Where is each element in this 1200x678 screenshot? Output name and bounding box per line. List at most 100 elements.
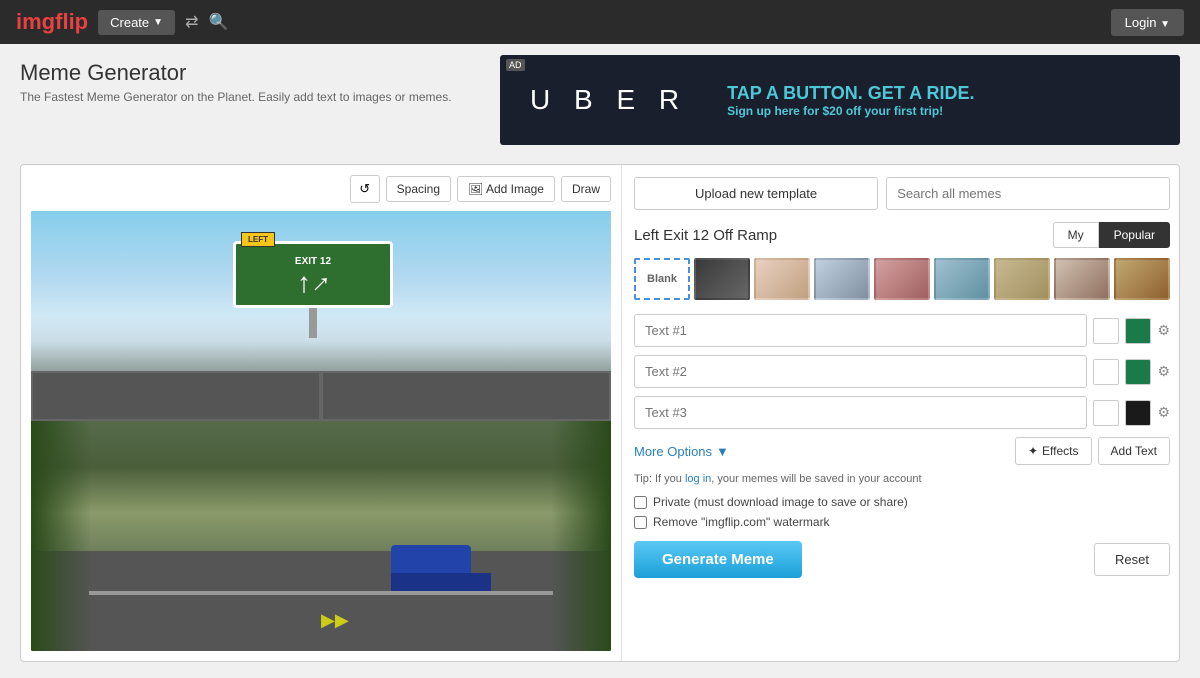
text1-settings-icon[interactable]: ⚙ [1157, 322, 1170, 339]
templates-row: Blank [634, 258, 1170, 300]
tip-text: Tip: If you [634, 473, 685, 485]
logo-flip: flip [55, 9, 88, 34]
template-title-row: Left Exit 12 Off Ramp My Popular [634, 222, 1170, 248]
image-icon: 🖼 [468, 182, 483, 196]
sign-box: LEFT EXIT 12 ↑ ↑ [233, 241, 393, 308]
right-foliage [551, 421, 611, 651]
right-panel: Upload new template Left Exit 12 Off Ram… [621, 165, 1182, 661]
chevron-down-icon: ▼ [716, 444, 729, 459]
text3-settings-icon[interactable]: ⚙ [1157, 404, 1170, 421]
sign-post [309, 308, 317, 338]
arrow-up-icon: ↑ [297, 267, 311, 299]
add-image-button[interactable]: 🖼 Add Image [457, 176, 555, 202]
undo-button[interactable]: ↺ [350, 175, 380, 203]
ad-text: TAP A BUTTON. GET A RIDE. Sign up here f… [727, 83, 974, 118]
bridge-beam-right [323, 373, 609, 419]
search-memes-input[interactable] [886, 177, 1170, 210]
login-button[interactable]: Login ▼ [1111, 9, 1184, 36]
tab-my[interactable]: My [1053, 222, 1099, 248]
text-input-row-2: ⚙ [634, 355, 1170, 388]
chevron-down-icon: ▼ [1160, 19, 1170, 30]
text2-fg-color[interactable] [1125, 359, 1151, 385]
text-input-row-1: ⚙ [634, 314, 1170, 347]
main-content: Meme Generator The Fastest Meme Generato… [0, 44, 1200, 678]
car-body [391, 545, 471, 575]
text3-fg-color[interactable] [1125, 400, 1151, 426]
car-base [391, 573, 491, 591]
generate-meme-button[interactable]: Generate Meme [634, 541, 802, 578]
spacing-button[interactable]: Spacing [386, 176, 451, 202]
blank-label: Blank [647, 273, 677, 285]
login-label: Login [1125, 15, 1157, 30]
navbar-right: Login ▼ [1111, 9, 1184, 36]
effects-add-group: ✦ Effects Add Text [1015, 437, 1170, 465]
watermark-label: Remove "imgflip.com" watermark [653, 515, 830, 529]
meme-top-half: LEFT EXIT 12 ↑ ↑ [31, 211, 611, 421]
ad-brand: U B E R [530, 84, 687, 116]
shuffle-icon[interactable]: ⇄ [185, 12, 198, 32]
text-input-2[interactable] [634, 355, 1087, 388]
template-thumb-2[interactable] [754, 258, 810, 300]
reset-button[interactable]: Reset [1094, 543, 1170, 576]
tip-text2: , your memes will be saved in your accou… [711, 473, 921, 485]
template-title: Left Exit 12 Off Ramp [634, 227, 777, 244]
text2-bg-color[interactable] [1093, 359, 1119, 385]
template-thumb-4[interactable] [874, 258, 930, 300]
ad-discount: $20 [822, 104, 842, 118]
template-thumb-5[interactable] [934, 258, 990, 300]
yellow-sign: LEFT [241, 232, 275, 247]
template-thumb-8[interactable] [1114, 258, 1170, 300]
private-checkbox-row: Private (must download image to save or … [634, 495, 1170, 509]
template-thumb-6[interactable] [994, 258, 1050, 300]
text-input-row-3: ⚙ [634, 396, 1170, 429]
more-options-button[interactable]: More Options ▼ [634, 444, 729, 459]
ad-subtext: Sign up here for $20 off your first trip… [727, 104, 974, 118]
template-blank[interactable]: Blank [634, 258, 690, 300]
text1-bg-color[interactable] [1093, 318, 1119, 344]
template-thumb-7[interactable] [1054, 258, 1110, 300]
template-thumb-3[interactable] [814, 258, 870, 300]
meme-preview: LEFT EXIT 12 ↑ ↑ [31, 211, 611, 651]
sign-text-exit: EXIT 12 [246, 256, 380, 267]
road-arrows: ▶▶ [321, 610, 349, 631]
toolbar: ↺ Spacing 🖼 Add Image Draw [31, 175, 611, 203]
draw-button[interactable]: Draw [561, 176, 611, 202]
effects-button[interactable]: ✦ Effects [1015, 437, 1092, 465]
upload-template-button[interactable]: Upload new template [634, 177, 878, 210]
template-thumb-1[interactable] [694, 258, 750, 300]
chevron-down-icon: ▼ [153, 17, 163, 28]
left-panel: ↺ Spacing 🖼 Add Image Draw LEFT [21, 165, 621, 661]
tab-group: My Popular [1053, 222, 1170, 248]
more-options-label: More Options [634, 444, 712, 459]
text-input-3[interactable] [634, 396, 1087, 429]
tip-row: Tip: If you log in, your memes will be s… [634, 473, 1170, 485]
navbar: imgflip Create ▼ ⇄ 🔍 Login ▼ [0, 0, 1200, 44]
add-text-button[interactable]: Add Text [1098, 437, 1170, 465]
left-foliage [31, 421, 91, 651]
watermark-checkbox[interactable] [634, 516, 647, 529]
highway-sign: LEFT EXIT 12 ↑ ↑ [233, 241, 393, 338]
sparkle-icon: ✦ [1028, 444, 1038, 458]
text2-settings-icon[interactable]: ⚙ [1157, 363, 1170, 380]
ad-headline: TAP A BUTTON. GET A RIDE. [727, 83, 974, 104]
text-input-1[interactable] [634, 314, 1087, 347]
ad-label: AD [506, 59, 525, 71]
text3-bg-color[interactable] [1093, 400, 1119, 426]
navbar-left: imgflip Create ▼ ⇄ 🔍 [16, 9, 228, 35]
meme-bottom-half: ▶▶ [31, 421, 611, 651]
right-top-controls: Upload new template [634, 177, 1170, 210]
generate-row: Generate Meme Reset [634, 541, 1170, 578]
road [31, 551, 611, 651]
login-link[interactable]: log in [685, 473, 711, 485]
text1-fg-color[interactable] [1125, 318, 1151, 344]
watermark-checkbox-row: Remove "imgflip.com" watermark [634, 515, 1170, 529]
logo[interactable]: imgflip [16, 9, 88, 35]
search-icon[interactable]: 🔍 [208, 12, 228, 32]
bridge [31, 371, 611, 421]
private-checkbox[interactable] [634, 496, 647, 509]
bottom-controls: More Options ▼ ✦ Effects Add Text [634, 437, 1170, 465]
create-label: Create [110, 15, 149, 30]
tab-popular[interactable]: Popular [1099, 222, 1170, 248]
ad-banner: AD U B E R TAP A BUTTON. GET A RIDE. Sig… [500, 55, 1180, 145]
create-button[interactable]: Create ▼ [98, 10, 175, 35]
